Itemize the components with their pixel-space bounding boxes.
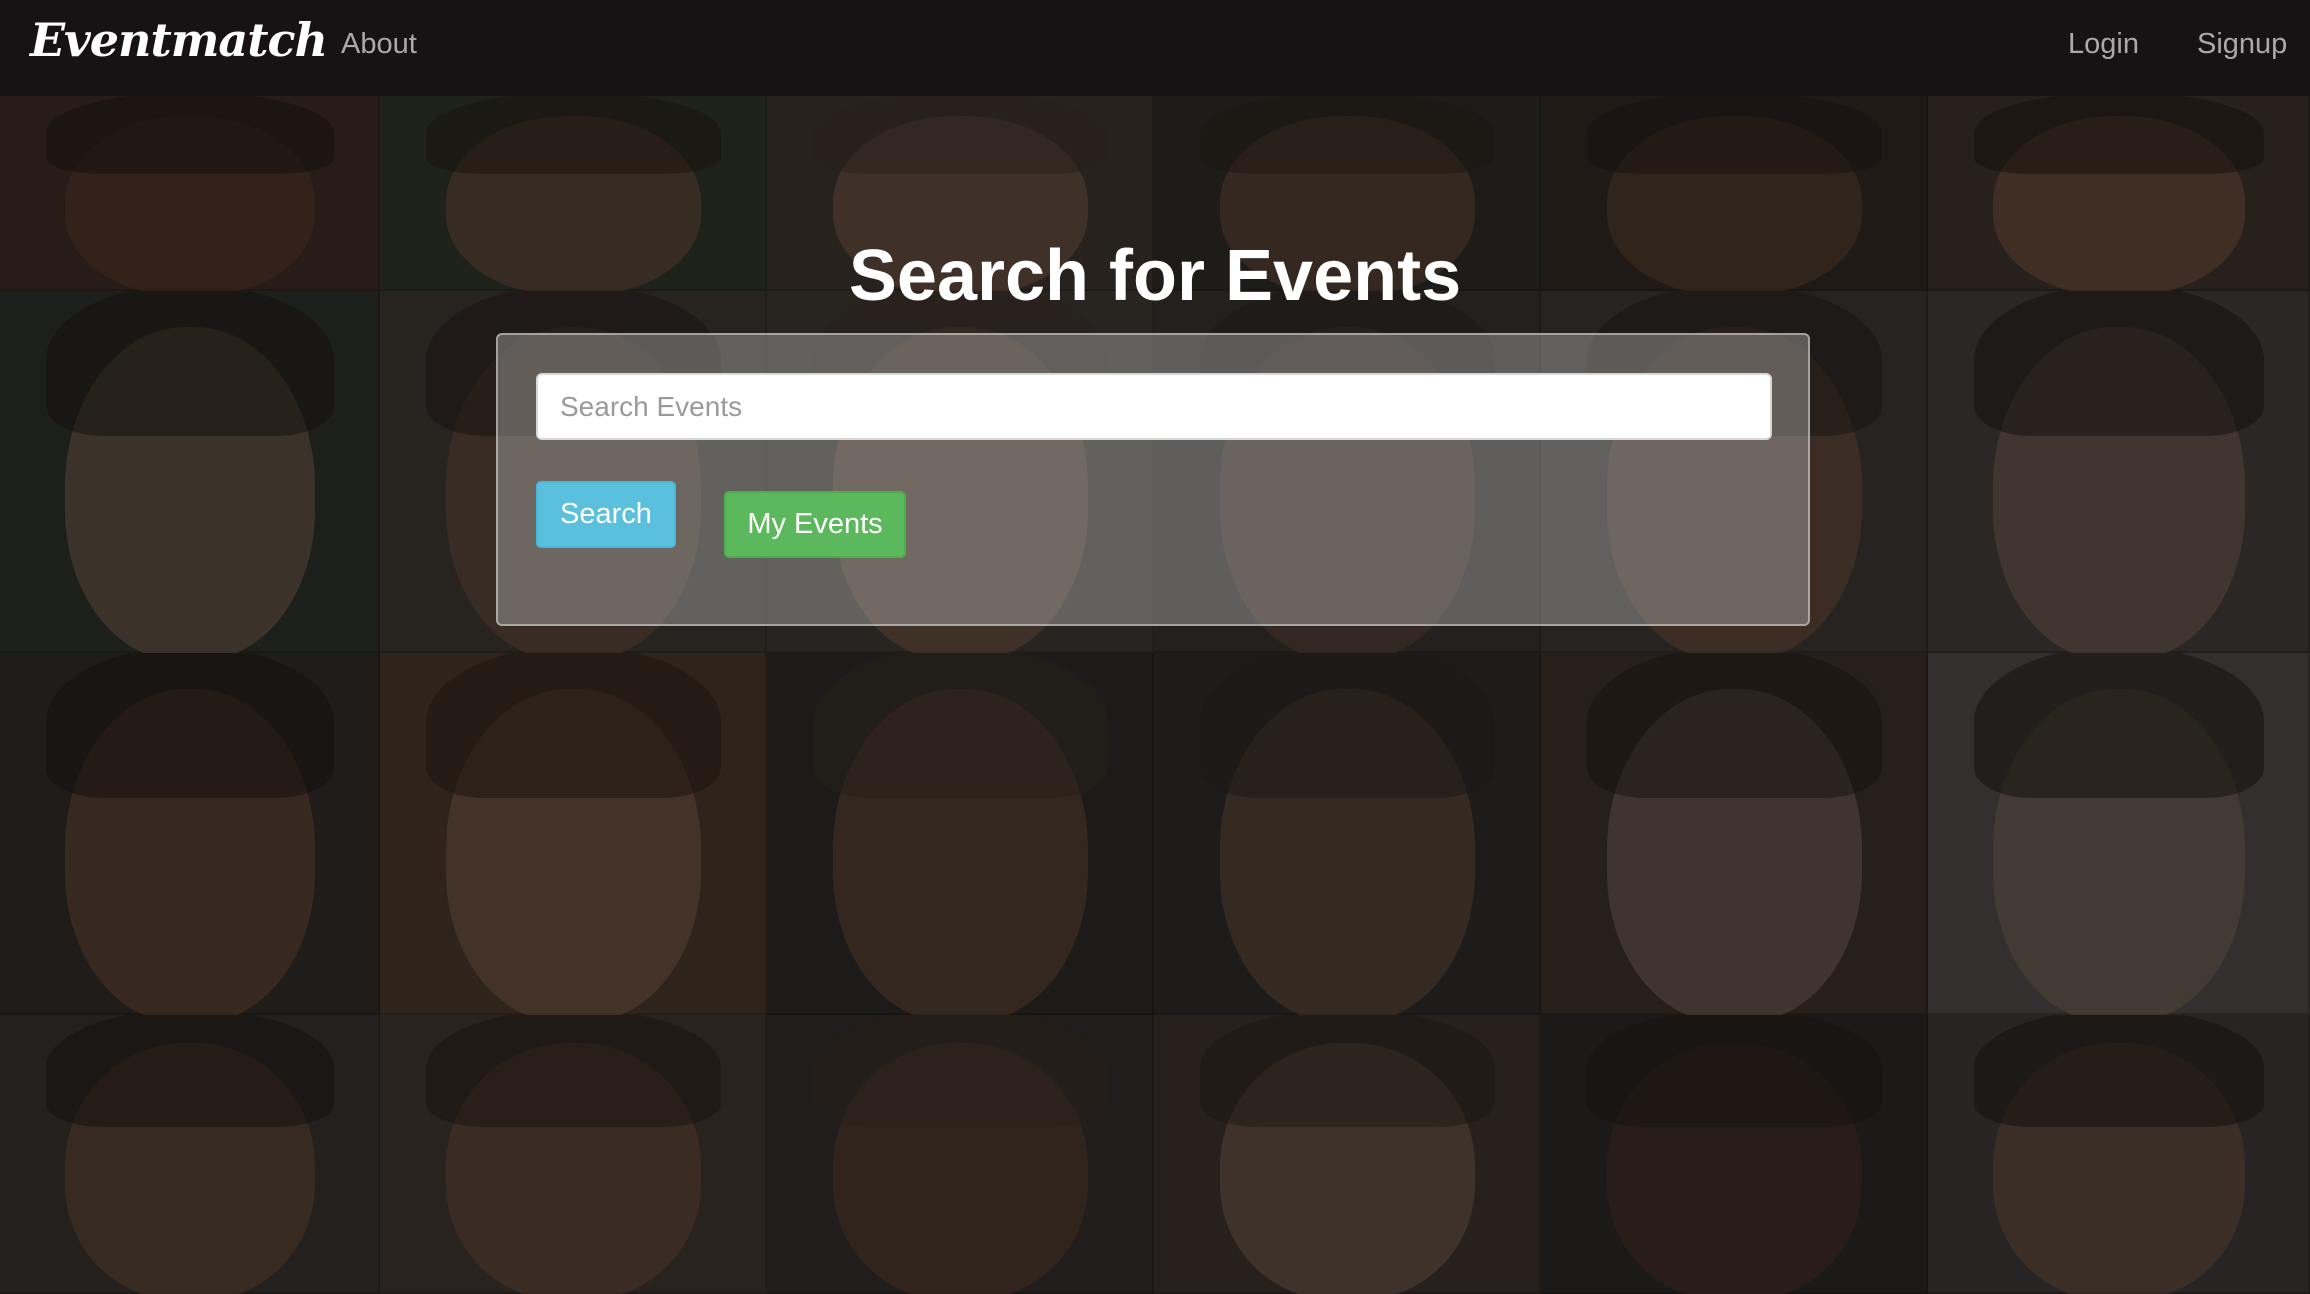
page-title: Search for Events [848,236,1462,316]
top-navbar: Eventmatch About Login Signup [0,0,2310,96]
search-panel: Search My Events [496,333,1810,626]
search-input[interactable] [536,373,1772,440]
search-button[interactable]: Search [536,481,676,548]
nav-link-about[interactable]: About [341,24,417,64]
my-events-button[interactable]: My Events [724,491,906,558]
brand-logo[interactable]: Eventmatch [30,10,328,70]
nav-link-signup[interactable]: Signup [2197,24,2287,64]
nav-link-login[interactable]: Login [2068,24,2139,64]
